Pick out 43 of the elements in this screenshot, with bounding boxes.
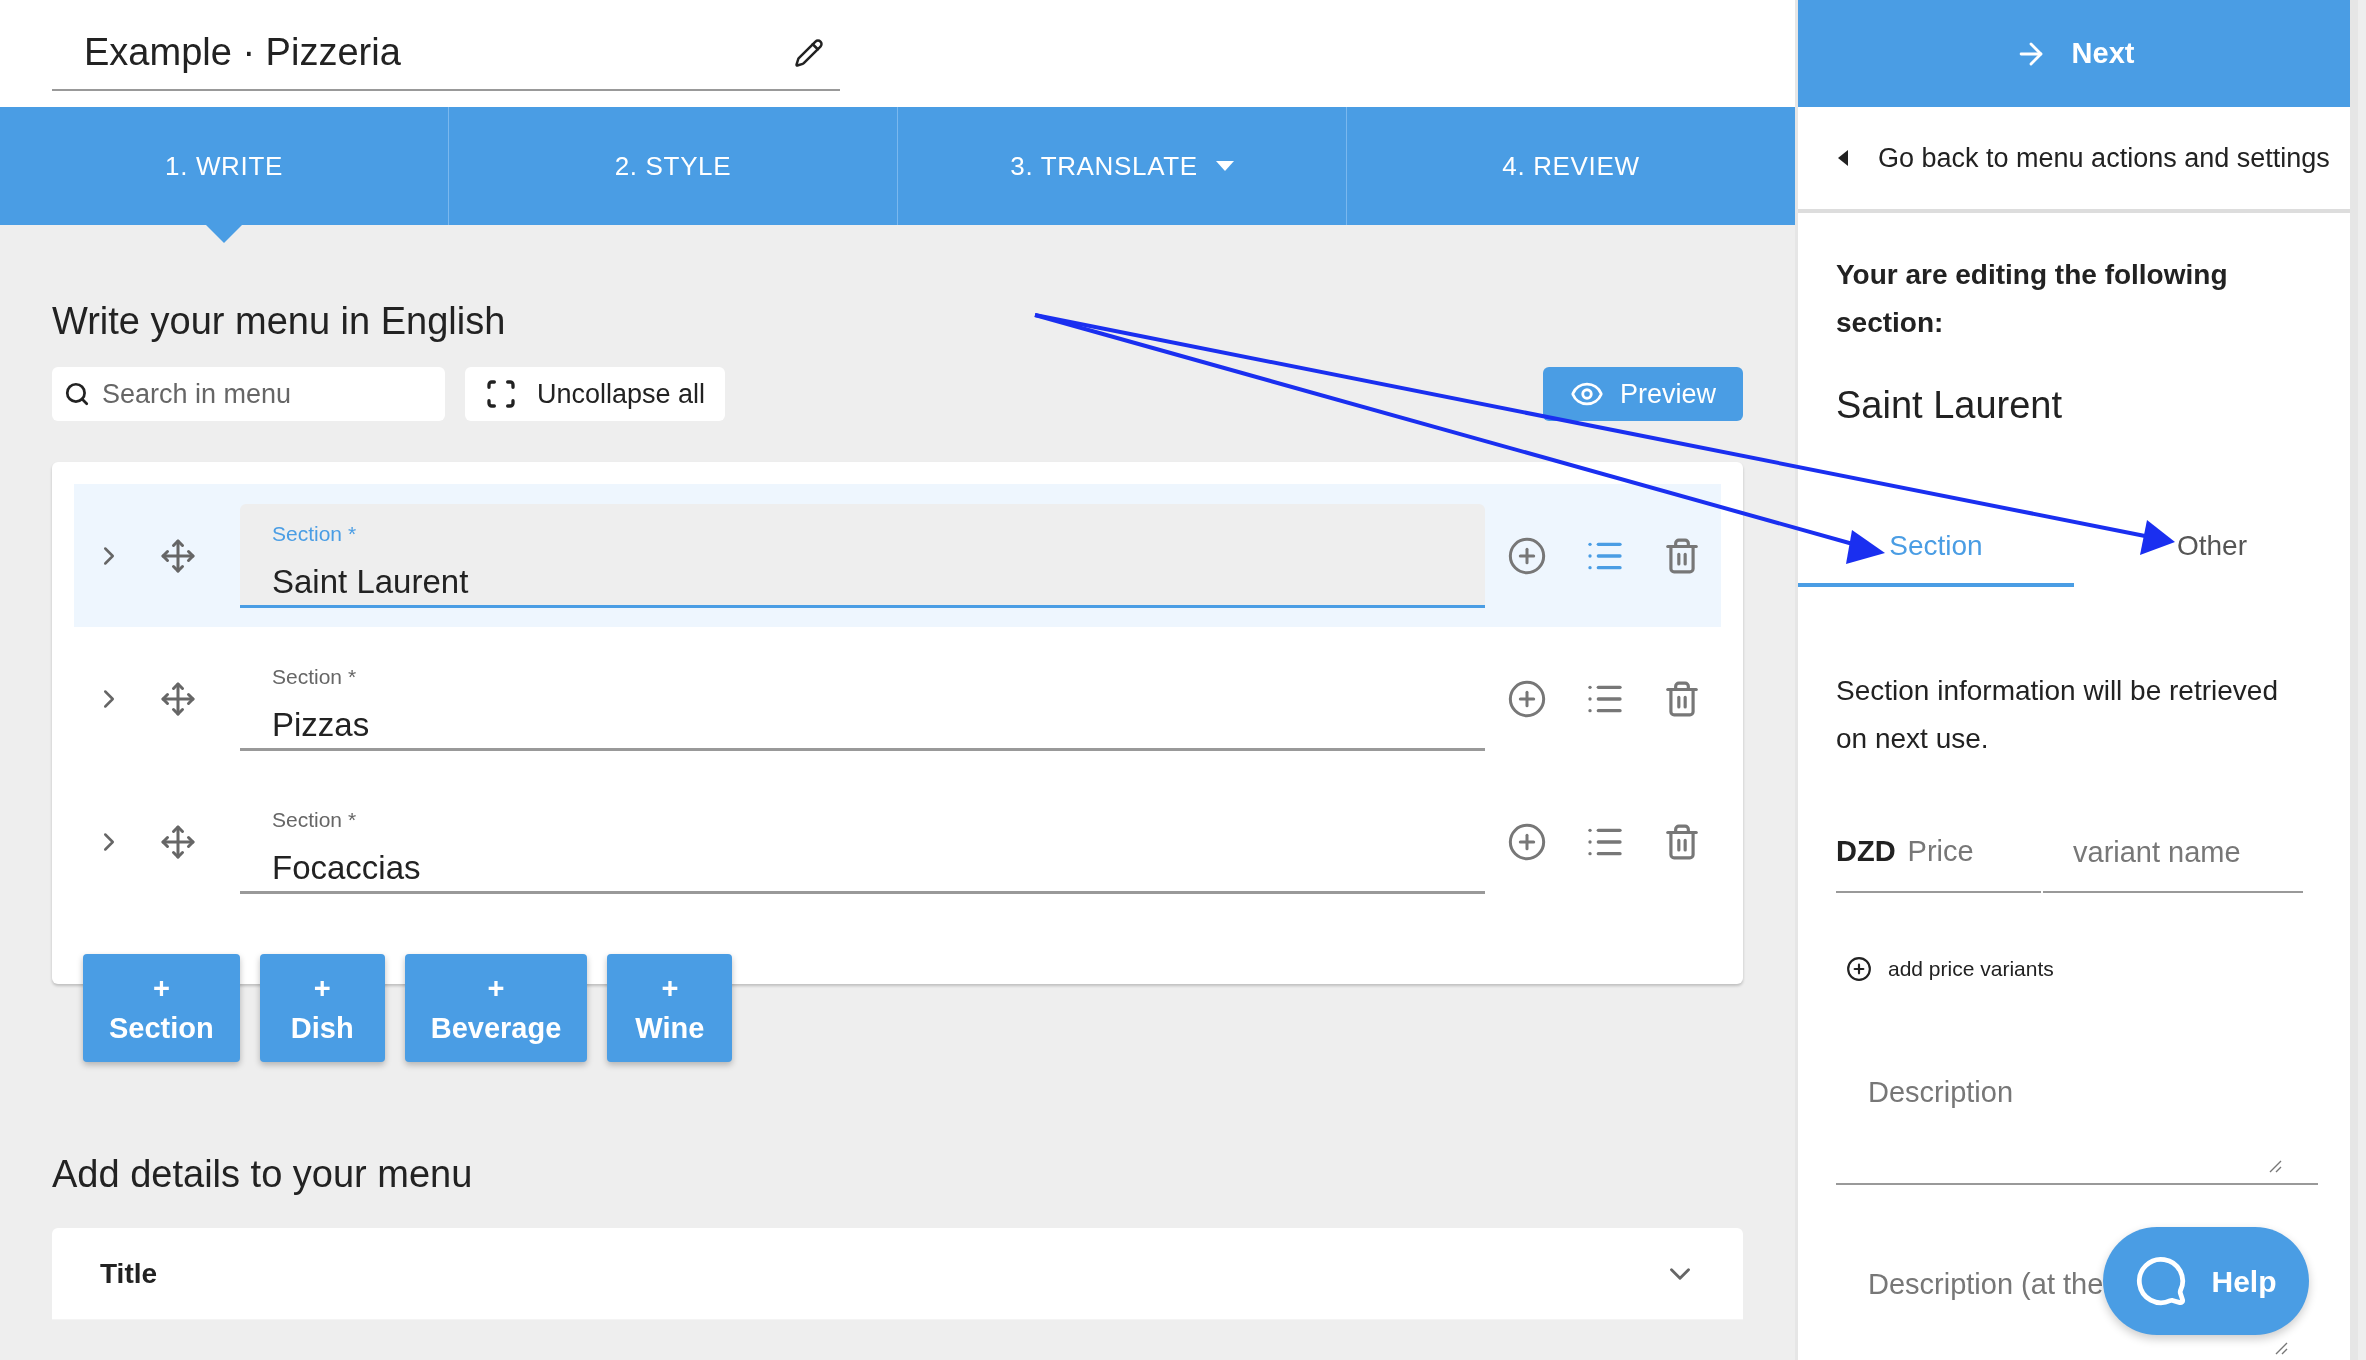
description-field[interactable]: Description — [1836, 1054, 2318, 1185]
move-icon[interactable] — [160, 537, 196, 574]
dropdown-caret-icon — [1215, 161, 1234, 171]
field-label: Section * — [272, 806, 358, 833]
uncollapse-button[interactable]: Uncollapse all — [465, 367, 726, 421]
section-info-text: Section information will be retrieved on next use. — [1836, 674, 2279, 756]
menu-title: Example · Pizzeria — [84, 30, 401, 75]
move-icon[interactable] — [160, 680, 196, 717]
field-value[interactable]: Saint Laurent — [272, 557, 1453, 607]
section-name: Saint Laurent — [1836, 383, 2064, 428]
details-heading: Add details to your menu — [52, 1152, 474, 1197]
details-panel[interactable]: Title — [52, 1228, 1743, 1320]
chat-bubble-icon — [2135, 1255, 2188, 1307]
add-circle-icon[interactable] — [1507, 821, 1547, 862]
move-icon[interactable] — [160, 823, 196, 860]
field-value[interactable]: Focaccias — [272, 843, 1453, 893]
pencil-icon[interactable] — [794, 37, 824, 68]
section-field[interactable]: Section * Saint Laurent — [240, 503, 1485, 608]
price-field[interactable]: Price — [1907, 830, 2018, 874]
currency-label: DZD — [1836, 834, 1896, 870]
add-price-variants-button[interactable]: add price variants — [1846, 953, 2054, 985]
expand-corners-icon — [485, 378, 517, 410]
search-icon — [64, 381, 90, 407]
back-caret-icon — [1838, 150, 1848, 166]
field-value[interactable]: Pizzas — [272, 700, 1453, 750]
trash-icon[interactable] — [1663, 536, 1701, 575]
description-note-field[interactable]: Description (at the — [1836, 1256, 2102, 1317]
add-circle-icon[interactable] — [1507, 535, 1547, 576]
search-field[interactable]: Search in menu — [52, 367, 445, 421]
add-circle-icon — [1846, 955, 1872, 982]
add-circle-icon[interactable] — [1507, 678, 1547, 719]
trash-icon[interactable] — [1663, 679, 1701, 718]
editor-heading: Write your menu in English — [52, 299, 507, 344]
editing-intro: Your are editing the following section: — [1836, 258, 2229, 340]
back-link[interactable]: Go back to menu actions and settings — [1798, 107, 2350, 213]
resize-handle-icon[interactable] — [2268, 1158, 2282, 1173]
trash-icon[interactable] — [1663, 822, 1701, 861]
field-label: Section * — [272, 520, 358, 547]
field-label: Section * — [272, 663, 358, 690]
variant-name-field[interactable]: variant name — [2043, 813, 2303, 893]
resize-handle-icon[interactable] — [2274, 1340, 2288, 1355]
panel-tab[interactable]: Other — [2074, 509, 2350, 587]
panel-title: Title — [100, 1256, 158, 1291]
